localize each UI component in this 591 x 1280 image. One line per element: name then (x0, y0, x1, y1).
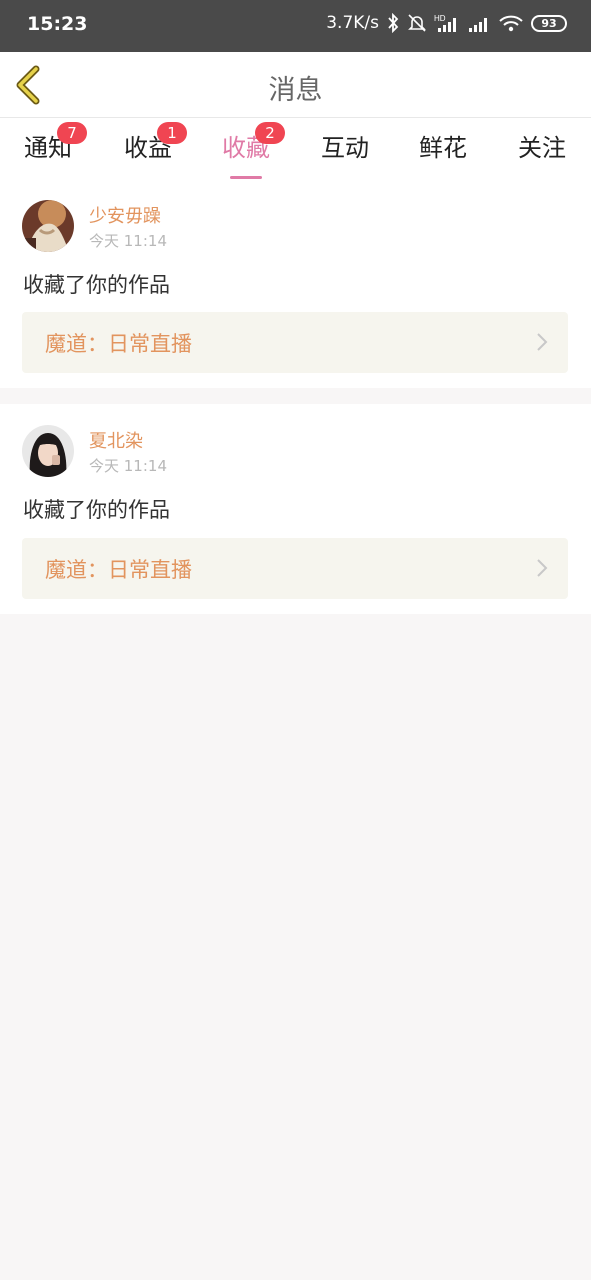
tab-label: 鲜花 (419, 134, 467, 162)
battery-icon: 93 (531, 14, 567, 32)
work-title: 魔道：日常直播 (45, 558, 192, 582)
user-name[interactable]: 少安毋躁 (89, 202, 161, 228)
work-link[interactable]: 魔道：日常直播 (22, 538, 568, 599)
message-card: 少安毋躁 今天 11:14 收藏了你的作品 魔道：日常直播 (0, 180, 591, 388)
signal-icon (469, 18, 487, 32)
page-title: 消息 (268, 75, 323, 106)
tab-flowers[interactable]: 鲜花 (408, 128, 478, 163)
svg-text:HD: HD (434, 14, 446, 23)
unread-badge: 7 (57, 122, 87, 144)
active-tab-indicator (230, 176, 262, 179)
message-text: 收藏了你的作品 (23, 273, 170, 297)
tab-notifications[interactable]: 通知 7 (13, 122, 87, 163)
tab-bar: 通知 7 收益 1 收藏 2 互动 鲜花 关注 (0, 118, 591, 180)
battery-level: 93 (541, 16, 557, 30)
message-card: 夏北染 今天 11:14 收藏了你的作品 魔道：日常直播 (0, 404, 591, 614)
bluetooth-icon (388, 13, 399, 33)
network-speed: 3.7K/s (326, 13, 379, 33)
tab-interactions[interactable]: 互动 (310, 128, 380, 163)
tab-earnings[interactable]: 收益 1 (113, 122, 187, 163)
message-time: 今天 11:14 (89, 457, 167, 475)
divider (0, 388, 591, 404)
work-link[interactable]: 魔道：日常直播 (22, 312, 568, 373)
status-bar: 15:23 3.7K/s HD 93 (0, 0, 591, 52)
header-bar: 消息 (0, 52, 591, 118)
tab-label: 关注 (518, 134, 566, 162)
tab-favorites[interactable]: 收藏 2 (211, 122, 285, 179)
avatar[interactable] (22, 425, 74, 477)
user-name[interactable]: 夏北染 (89, 427, 143, 453)
chevron-right-icon (537, 333, 548, 351)
wifi-icon (499, 15, 523, 32)
tab-follows[interactable]: 关注 (507, 128, 577, 163)
status-icons: 3.7K/s HD 93 (326, 13, 567, 33)
unread-badge: 1 (157, 122, 187, 144)
status-time: 15:23 (27, 13, 88, 35)
avatar[interactable] (22, 200, 74, 252)
chevron-right-icon (537, 559, 548, 577)
message-text: 收藏了你的作品 (23, 498, 170, 522)
work-title: 魔道：日常直播 (45, 332, 192, 356)
hd-signal-icon: HD (434, 14, 456, 32)
tab-label: 互动 (321, 134, 369, 162)
mute-icon (408, 14, 426, 32)
unread-badge: 2 (255, 122, 285, 144)
message-time: 今天 11:14 (89, 232, 167, 250)
